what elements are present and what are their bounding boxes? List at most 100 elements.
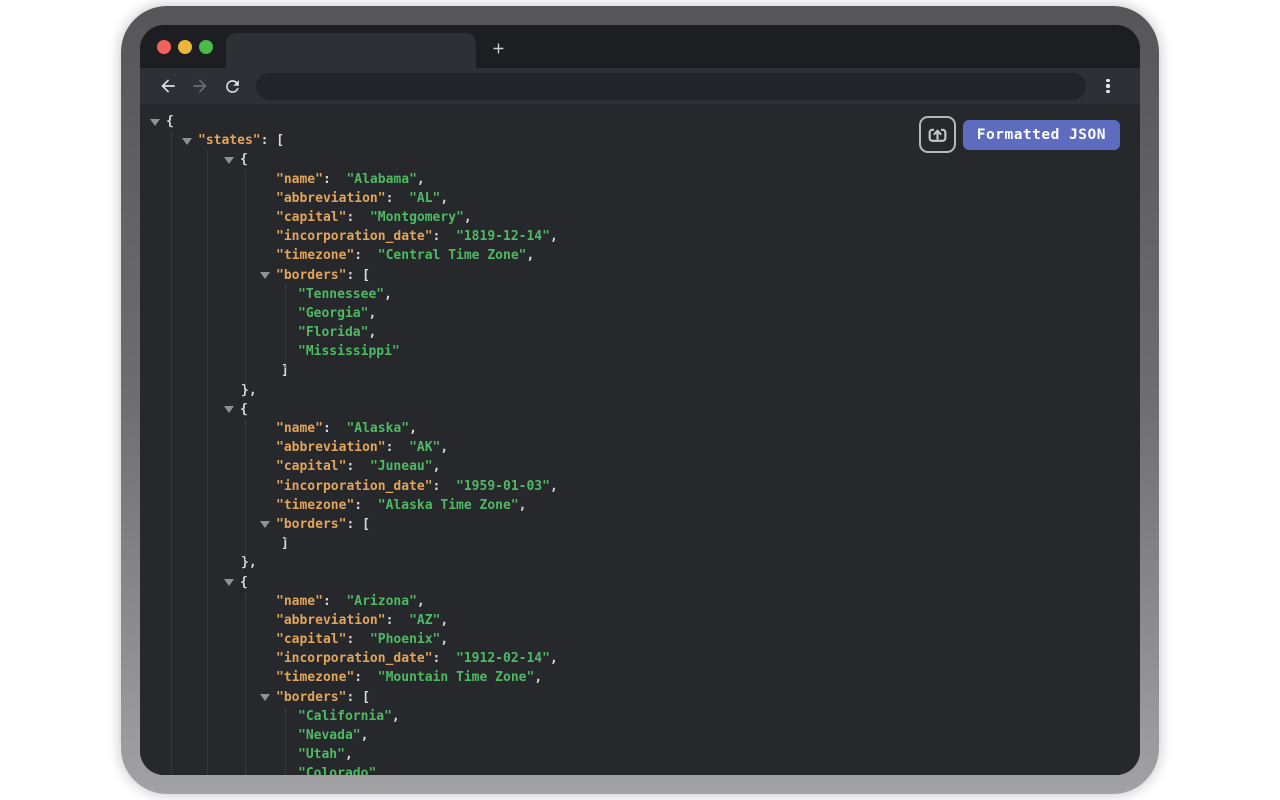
json-punct: : <box>323 172 346 187</box>
indent-guide <box>245 171 246 387</box>
json-punct: : <box>354 670 377 685</box>
json-string: "1912-02-14" <box>456 651 550 666</box>
json-line: "borders": [ <box>140 515 1140 534</box>
json-punct: { <box>240 402 248 417</box>
address-bar-input[interactable] <box>256 73 1086 100</box>
json-punct: : <box>323 594 346 609</box>
json-line: }, <box>140 381 1140 400</box>
json-line: }, <box>140 553 1140 572</box>
json-punct: : <box>386 440 409 455</box>
json-punct: : <box>346 690 362 705</box>
new-tab-button[interactable] <box>484 34 512 62</box>
json-string: "Mountain Time Zone" <box>378 670 535 685</box>
navigation-toolbar <box>140 68 1140 104</box>
json-key: "name" <box>276 421 323 436</box>
close-button[interactable] <box>157 40 171 54</box>
json-key: "incorporation_date" <box>276 479 433 494</box>
collapse-triangle-icon[interactable] <box>260 521 270 528</box>
json-string: "Alabama" <box>346 172 416 187</box>
collapse-triangle-icon[interactable] <box>182 138 192 145</box>
json-key: "capital" <box>276 632 346 647</box>
forward-arrow-icon <box>190 76 210 96</box>
json-key: "timezone" <box>276 670 354 685</box>
indent-guide <box>245 420 246 559</box>
json-punct: , <box>440 613 448 628</box>
json-line: "Colorado" <box>140 764 1140 775</box>
collapse-triangle-icon[interactable] <box>224 157 234 164</box>
forward-button[interactable] <box>188 74 212 98</box>
open-in-window-icon <box>926 123 949 146</box>
formatted-json-button[interactable]: Formatted JSON <box>963 120 1120 150</box>
json-key: "borders" <box>276 690 346 705</box>
json-key: "borders" <box>276 268 346 283</box>
json-line: "Utah", <box>140 745 1140 764</box>
json-string: "Alaska" <box>346 421 409 436</box>
json-punct: : <box>386 613 409 628</box>
json-string: "Utah" <box>298 747 345 762</box>
collapse-triangle-icon[interactable] <box>260 694 270 701</box>
json-punct: , <box>534 670 542 685</box>
collapse-triangle-icon[interactable] <box>224 406 234 413</box>
collapse-triangle-icon[interactable] <box>150 119 160 126</box>
json-line: "name": "Alaska", <box>140 419 1140 438</box>
json-punct: : <box>354 498 377 513</box>
refresh-button[interactable] <box>220 74 244 98</box>
json-line: "incorporation_date": "1819-12-14", <box>140 227 1140 246</box>
json-punct: { <box>240 152 248 167</box>
back-arrow-icon <box>158 76 178 96</box>
browser-menu-button[interactable] <box>1098 74 1118 98</box>
json-key: "borders" <box>276 517 346 532</box>
json-punct: , <box>409 421 417 436</box>
back-button[interactable] <box>156 74 180 98</box>
json-key: "abbreviation" <box>276 613 386 628</box>
json-key: "timezone" <box>276 248 354 263</box>
refresh-icon <box>223 77 242 96</box>
json-line: "Florida", <box>140 323 1140 342</box>
json-key: "name" <box>276 594 323 609</box>
json-punct: { <box>240 575 248 590</box>
json-string: "1819-12-14" <box>456 229 550 244</box>
json-line: "Tennessee", <box>140 285 1140 304</box>
indent-guide <box>171 132 172 775</box>
json-key: "capital" <box>276 459 346 474</box>
json-string: "Nevada" <box>298 728 361 743</box>
json-line: "name": "Arizona", <box>140 592 1140 611</box>
json-line: "capital": "Montgomery", <box>140 208 1140 227</box>
indent-guide <box>245 593 246 775</box>
json-line: "timezone": "Central Time Zone", <box>140 246 1140 265</box>
json-line: "borders": [ <box>140 688 1140 707</box>
kebab-menu-icon <box>1106 79 1109 82</box>
json-string: "California" <box>298 709 392 724</box>
indent-guide <box>285 708 286 775</box>
window-frame: Formatted JSON { "states": [ { "name": "Ala… <box>121 6 1159 794</box>
json-line: "Mississippi" <box>140 342 1140 361</box>
json-key: "states" <box>198 133 261 148</box>
json-string: "AZ" <box>409 613 440 628</box>
json-line: { <box>140 573 1140 592</box>
json-punct: , <box>392 709 400 724</box>
json-line: "capital": "Juneau", <box>140 457 1140 476</box>
json-punct: : <box>433 479 456 494</box>
json-line: "incorporation_date": "1912-02-14", <box>140 649 1140 668</box>
json-punct: [ <box>276 133 284 148</box>
json-key: "name" <box>276 172 323 187</box>
indent-guide <box>285 535 286 540</box>
json-punct: : <box>346 210 369 225</box>
json-string: "Georgia" <box>298 306 368 321</box>
json-string: "AK" <box>409 440 440 455</box>
json-key: "incorporation_date" <box>276 651 433 666</box>
zoom-button[interactable] <box>199 40 213 54</box>
plus-icon <box>490 40 507 57</box>
active-tab[interactable] <box>226 33 476 68</box>
json-punct: , <box>368 306 376 321</box>
json-punct: , <box>384 287 392 302</box>
json-punct: : <box>433 229 456 244</box>
json-string: "Phoenix" <box>370 632 440 647</box>
collapse-triangle-icon[interactable] <box>224 579 234 586</box>
json-punct: : <box>346 517 362 532</box>
collapse-triangle-icon[interactable] <box>260 272 270 279</box>
open-raw-button[interactable] <box>919 116 956 153</box>
minimize-button[interactable] <box>178 40 192 54</box>
json-line: ] <box>140 534 1140 553</box>
tab-bar <box>140 25 1140 68</box>
